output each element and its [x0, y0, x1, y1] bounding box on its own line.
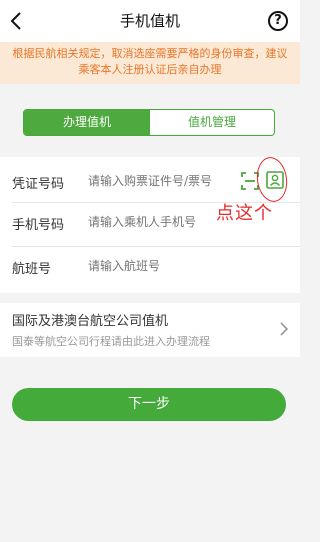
row-divider	[12, 246, 300, 247]
id-number-input[interactable]	[88, 174, 238, 188]
tab-checkin-manage[interactable]: 值机管理	[150, 110, 274, 135]
row-divider	[12, 202, 300, 203]
help-icon[interactable]: ?	[268, 11, 288, 31]
international-title: 国际及港澳台航空公司值机	[12, 314, 169, 329]
next-step-button[interactable]: 下一步	[12, 388, 286, 421]
international-subtitle: 国泰等航空公司行程请由此进入办理流程	[12, 335, 210, 348]
flight-number-input[interactable]	[88, 259, 238, 273]
page-title: 手机值机	[119, 12, 180, 30]
id-number-label: 凭证号码	[12, 177, 65, 192]
flight-number-label: 航班号	[12, 262, 52, 277]
phone-input[interactable]	[88, 215, 238, 229]
segment-control: 办理值机 值机管理	[23, 109, 275, 136]
tab-checkin[interactable]: 办理值机	[24, 110, 150, 135]
phone-label: 手机号码	[12, 218, 65, 233]
notice-text: 根据民航相关规定，取消选座需要严格的身份审查，建议乘客本人注册认证后亲自办理	[12, 47, 288, 76]
chevron-right-icon	[280, 322, 289, 336]
